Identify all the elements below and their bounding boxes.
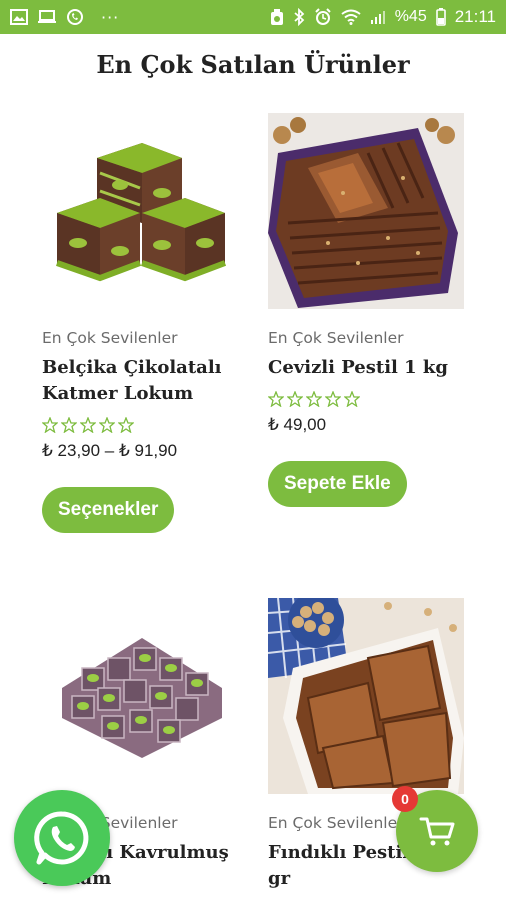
star-empty-icon <box>325 391 341 407</box>
status-bar: ··· %45 21:11 <box>0 0 506 34</box>
clock: 21:11 <box>454 7 496 26</box>
product-image[interactable] <box>268 598 464 794</box>
laptop-icon <box>37 9 57 25</box>
product-category[interactable]: En Çok Sevilenler <box>42 329 242 347</box>
page-title: En Çok Satılan Ürünler <box>96 50 410 79</box>
battery-icon <box>435 8 446 26</box>
gallery-icon <box>10 9 28 25</box>
alarm-icon <box>314 8 332 26</box>
whatsapp-icon <box>34 811 89 865</box>
product-image[interactable] <box>42 113 238 309</box>
product-image[interactable] <box>268 113 464 309</box>
product-name[interactable]: Cevizli Pestil 1 kg <box>268 355 468 381</box>
options-button[interactable]: Seçenekler <box>42 487 175 533</box>
star-rating <box>268 391 468 407</box>
star-rating <box>42 417 242 433</box>
product-card[interactable]: En Çok Sevilenler Belçika Çikolatalı Kat… <box>42 113 242 533</box>
star-empty-icon <box>306 391 322 407</box>
cart-count-badge: 0 <box>392 786 418 812</box>
whatsapp-button[interactable] <box>14 790 110 886</box>
star-empty-icon <box>42 417 58 433</box>
star-empty-icon <box>80 417 96 433</box>
bluetooth-icon <box>293 8 305 26</box>
screenshot-icon <box>270 8 284 26</box>
product-category[interactable]: En Çok Sevilenler <box>268 329 468 347</box>
battery-percent: %45 <box>394 8 427 25</box>
product-name[interactable]: Belçika Çikolatalı Katmer Lokum <box>42 355 242 407</box>
whatsapp-status-icon <box>66 8 84 26</box>
signal-icon <box>370 9 386 25</box>
star-empty-icon <box>61 417 77 433</box>
product-price: ₺ 49,00 <box>268 415 327 434</box>
wifi-icon <box>341 9 361 25</box>
more-notifications-icon: ··· <box>101 7 120 27</box>
add-to-cart-button[interactable]: Sepete Ekle <box>268 461 407 507</box>
star-empty-icon <box>118 417 134 433</box>
star-empty-icon <box>99 417 115 433</box>
star-empty-icon <box>268 391 284 407</box>
product-image[interactable] <box>42 598 238 794</box>
star-empty-icon <box>344 391 360 407</box>
product-card[interactable]: En Çok Sevilenler Cevizli Pestil 1 kg ₺ … <box>268 113 468 507</box>
star-empty-icon <box>287 391 303 407</box>
shopping-cart-icon <box>419 817 455 846</box>
product-price: ₺ 23,90 – ₺ 91,90 <box>42 441 178 460</box>
